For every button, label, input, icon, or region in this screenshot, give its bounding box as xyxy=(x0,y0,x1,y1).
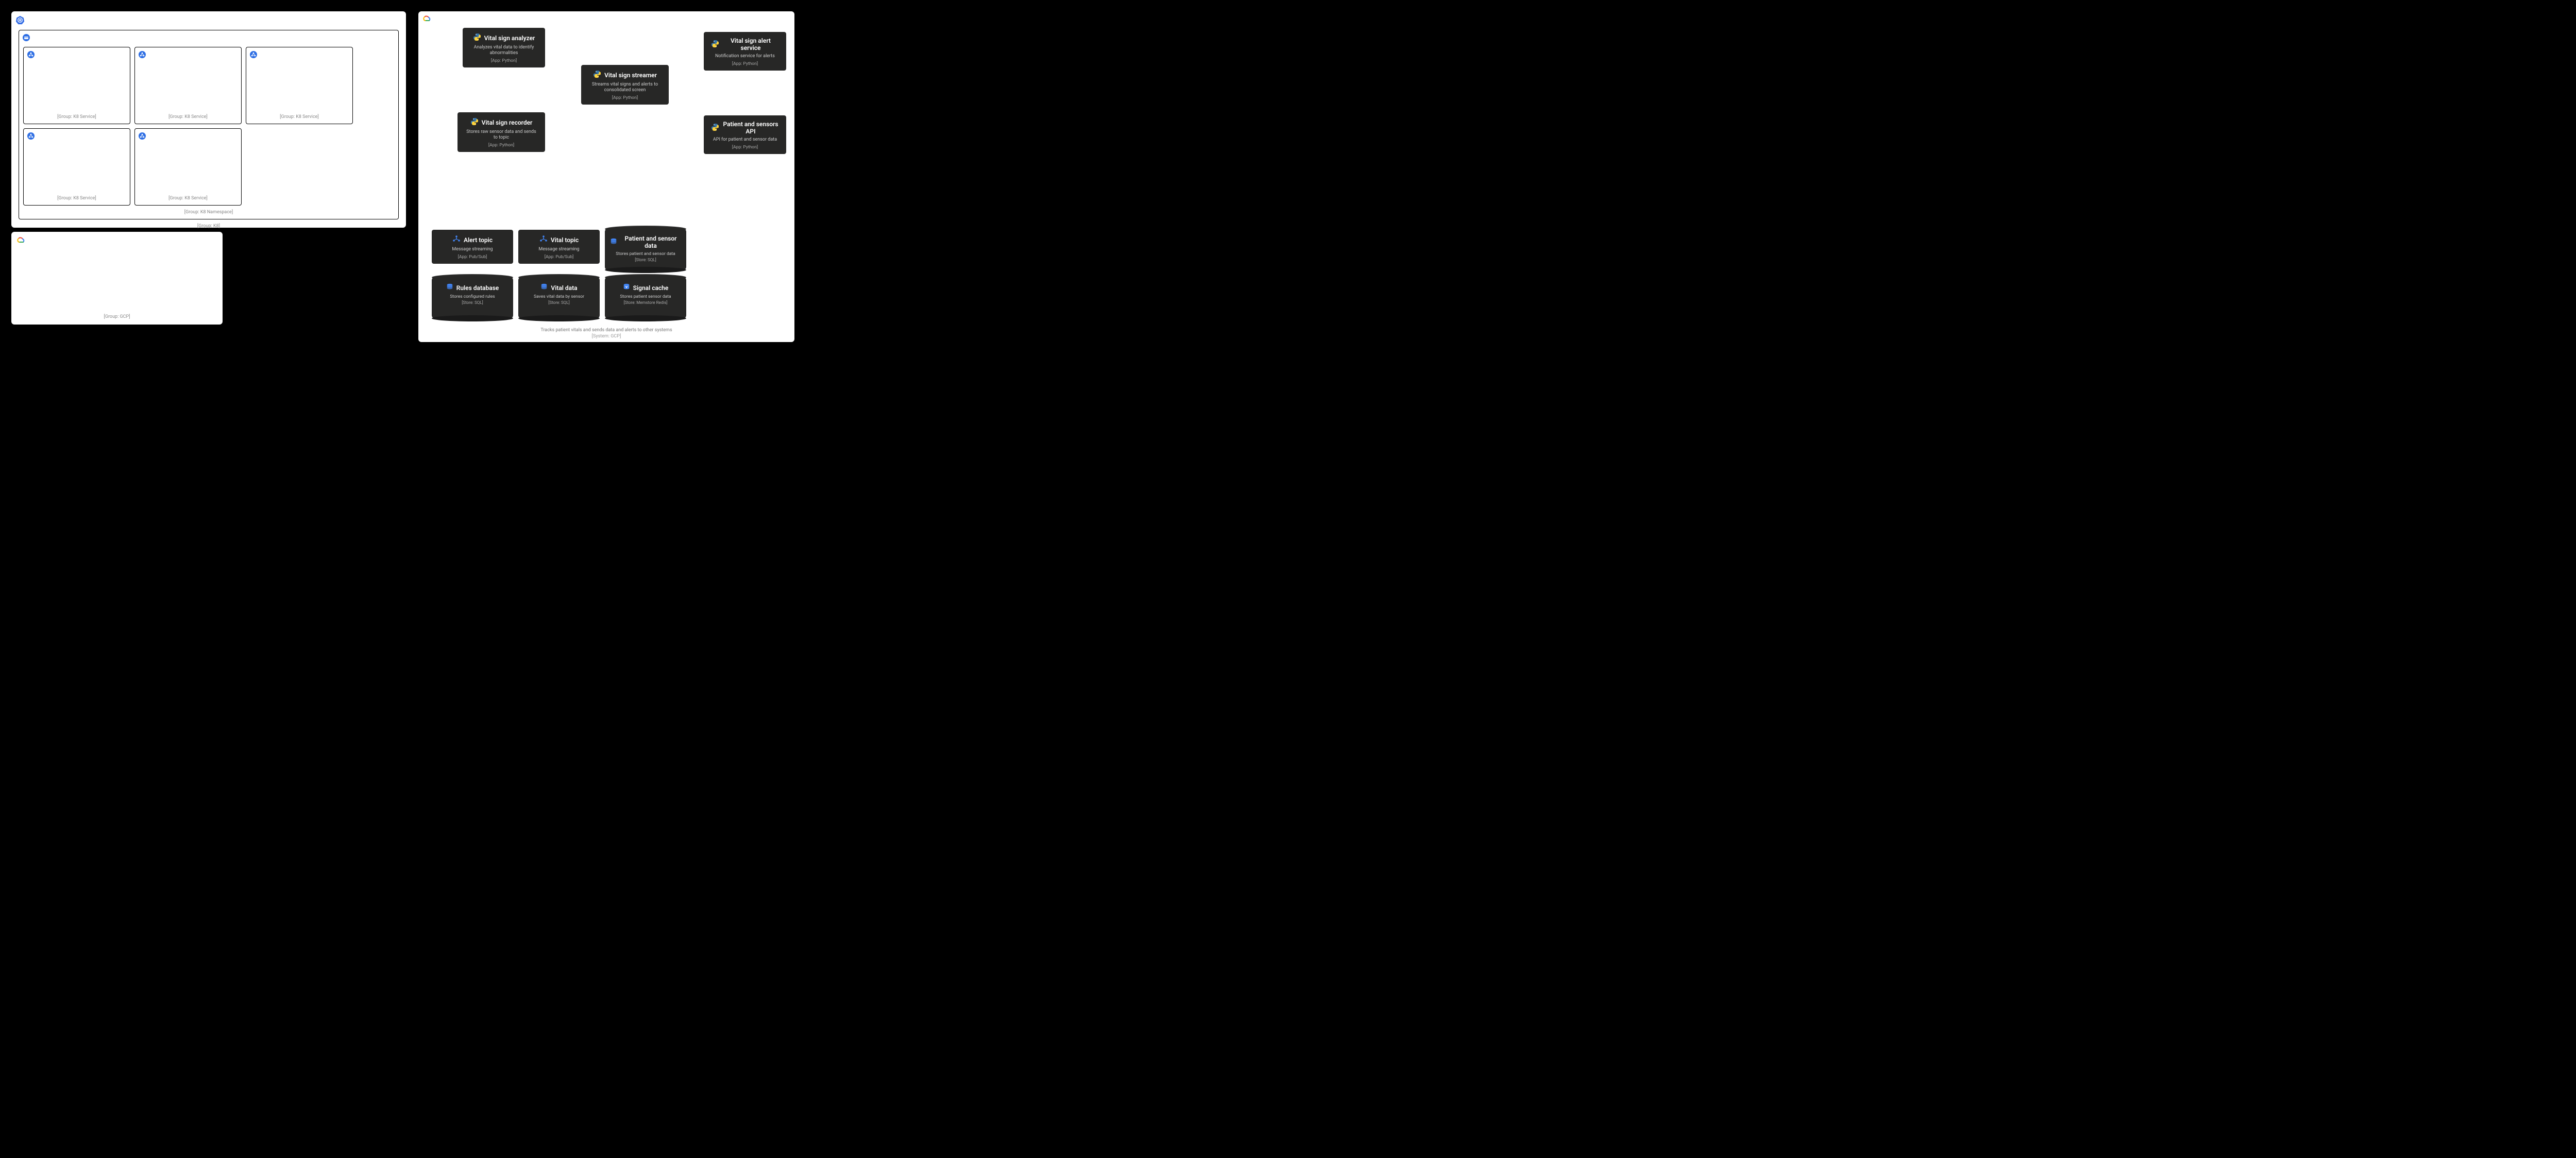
patient-sensor-data-store: Patient and sensor data Stores patient a… xyxy=(605,229,686,270)
pubsub-icon xyxy=(452,235,461,245)
alert-topic-node: Alert topic Message streaming [App: Pub/… xyxy=(432,230,513,264)
gcp-cloud-icon xyxy=(15,236,25,245)
node-desc: Streams vital signs and alerts to consol… xyxy=(588,82,662,93)
node-title: Vital sign analyzer xyxy=(484,35,535,42)
k8-service-box: [Group: K8 Service] xyxy=(134,47,242,124)
node-meta: [Store: SQL] xyxy=(437,300,508,305)
namespace-label: [Group: K8 Namespace] xyxy=(23,208,394,217)
service-label: [Group: K8 Service] xyxy=(246,112,352,122)
node-title: Vital sign recorder xyxy=(482,119,533,126)
node-desc: Analyzes vital data to identify abnormal… xyxy=(470,45,538,56)
vital-sign-streamer-node: Vital sign streamer Streams vital signs … xyxy=(581,65,669,105)
vital-sign-analyzer-node: Vital sign analyzer Analyzes vital data … xyxy=(463,28,545,67)
service-label: [Group: K8 Service] xyxy=(135,112,241,122)
service-icon xyxy=(138,50,146,59)
k8-service-box: [Group: K8 Service] xyxy=(134,128,242,206)
gcp-system-label: [System: GCP] xyxy=(418,334,794,339)
node-title: Vital data xyxy=(551,284,577,292)
gcp-small-label: [Group: GCP] xyxy=(11,312,223,321)
node-title: Vital topic xyxy=(551,236,579,244)
node-meta: [App: Pub/Sub] xyxy=(526,254,592,260)
sql-icon xyxy=(610,238,617,247)
node-desc: Stores patient and sensor data xyxy=(610,251,681,257)
node-meta: [App: Python] xyxy=(465,143,538,148)
k8-group-panel: [Group: K8 Service] [Group: K8 Service] … xyxy=(11,11,406,228)
node-desc: Saves vital data by sensor xyxy=(523,294,595,299)
rules-database-store: Rules database Stores configured rules [… xyxy=(432,277,513,318)
service-label: [Group: K8 Service] xyxy=(135,194,241,203)
python-icon xyxy=(470,117,479,127)
node-desc: Notification service for alerts xyxy=(711,54,779,59)
redis-icon xyxy=(623,283,630,292)
node-meta: [App: Python] xyxy=(711,61,779,66)
node-meta: [App: Python] xyxy=(588,95,662,100)
kubernetes-icon xyxy=(15,15,25,25)
gcp-cloud-icon xyxy=(421,14,431,24)
k8-service-box: [Group: K8 Service] xyxy=(23,128,130,206)
node-title: Alert topic xyxy=(464,236,493,244)
pubsub-icon xyxy=(539,235,548,245)
python-icon xyxy=(711,40,719,49)
gcp-description: Tracks patient vitals and sends data and… xyxy=(418,328,794,333)
python-icon xyxy=(473,33,481,43)
service-icon xyxy=(27,132,35,140)
node-desc: Message streaming xyxy=(526,247,592,252)
sql-icon xyxy=(446,283,453,292)
k8-namespace-box: [Group: K8 Service] [Group: K8 Service] … xyxy=(19,30,399,219)
node-meta: [Store: SQL] xyxy=(523,300,595,305)
k8-group-label: [Group: K8] xyxy=(15,222,402,231)
node-meta: [Store: SQL] xyxy=(610,258,681,262)
node-title: Rules database xyxy=(456,284,499,292)
node-title: Vital sign streamer xyxy=(604,72,657,79)
gcp-small-panel: [Group: GCP] xyxy=(11,232,223,325)
service-label: [Group: K8 Service] xyxy=(24,112,130,122)
k8-service-box: [Group: K8 Service] xyxy=(23,47,130,124)
service-icon xyxy=(249,50,258,59)
python-icon xyxy=(711,123,719,133)
node-title: Vital sign alert service xyxy=(722,37,779,52)
node-title: Patient and sensor data xyxy=(620,235,681,249)
node-desc: Stores configured rules xyxy=(437,294,508,299)
node-meta: [App: Pub/Sub] xyxy=(439,254,506,260)
patient-sensors-api-node: Patient and sensors API API for patient … xyxy=(704,115,786,154)
vital-topic-node: Vital topic Message streaming [App: Pub/… xyxy=(518,230,600,264)
python-icon xyxy=(593,70,601,80)
vital-sign-recorder-node: Vital sign recorder Stores raw sensor da… xyxy=(457,112,545,152)
service-icon xyxy=(27,50,35,59)
vital-data-store: Vital data Saves vital data by sensor [S… xyxy=(518,277,600,318)
node-desc: Stores raw sensor data and sends to topi… xyxy=(465,129,538,141)
service-icon xyxy=(138,132,146,140)
service-label: [Group: K8 Service] xyxy=(24,194,130,203)
node-meta: [Store: Memstore Redis] xyxy=(610,300,681,305)
node-desc: Message streaming xyxy=(439,247,506,252)
vital-sign-alert-service-node: Vital sign alert service Notification se… xyxy=(704,32,786,71)
node-title: Patient and sensors API xyxy=(722,121,779,135)
node-meta: [App: Python] xyxy=(711,145,779,150)
gcp-system-panel: Vital sign analyzer Analyzes vital data … xyxy=(418,11,794,342)
sql-icon xyxy=(540,283,548,292)
node-desc: Stores patient sensor data xyxy=(610,294,681,299)
node-title: Signal cache xyxy=(633,284,669,292)
signal-cache-store: Signal cache Stores patient sensor data … xyxy=(605,277,686,318)
node-desc: API for patient and sensor data xyxy=(711,137,779,143)
namespace-icon xyxy=(22,33,30,42)
k8-service-box: [Group: K8 Service] xyxy=(246,47,353,124)
node-meta: [App: Python] xyxy=(470,58,538,63)
